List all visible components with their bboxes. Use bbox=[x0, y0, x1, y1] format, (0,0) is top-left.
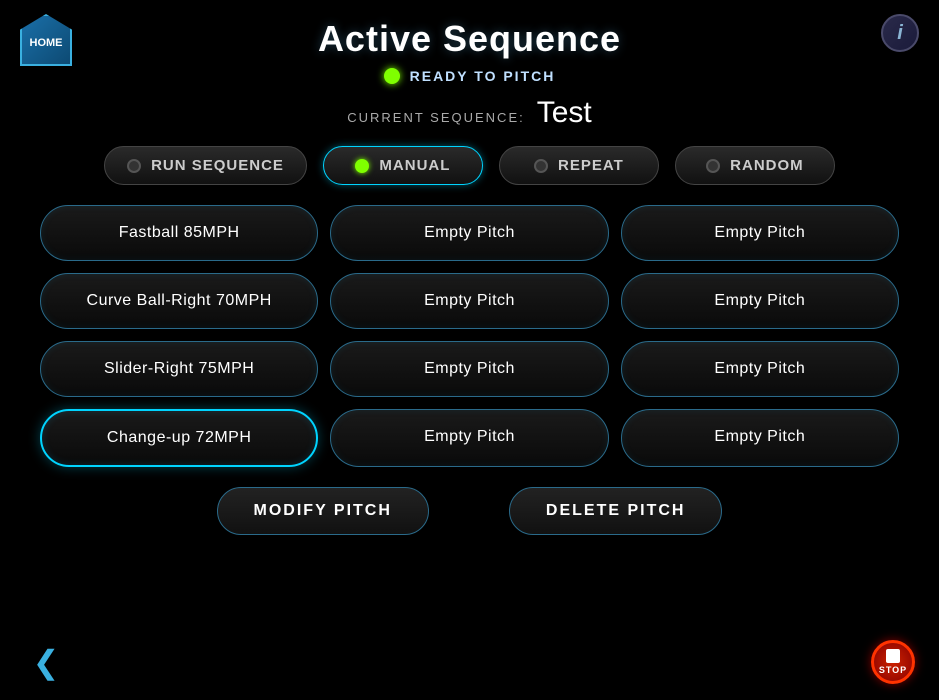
page-title: Active Sequence bbox=[318, 18, 621, 60]
status-dot bbox=[384, 68, 400, 84]
modify-pitch-button[interactable]: MODIFY PITCH bbox=[217, 487, 429, 535]
pitch-button-p10[interactable]: Change-up 72MPH bbox=[40, 409, 318, 467]
back-icon: ❮ bbox=[33, 643, 60, 681]
mode-label-run-sequence: RUN SEQUENCE bbox=[151, 157, 284, 174]
mode-indicator-manual bbox=[355, 159, 369, 173]
current-sequence-row: CURRENT SEQUENCE: Test bbox=[0, 96, 939, 130]
pitch-button-p4[interactable]: Curve Ball-Right 70MPH bbox=[40, 273, 318, 329]
home-label: HOME bbox=[30, 37, 63, 49]
status-text: READY TO PITCH bbox=[410, 68, 556, 84]
stop-label: STOP bbox=[879, 665, 907, 675]
mode-row: RUN SEQUENCE MANUAL REPEAT RANDOM bbox=[0, 146, 939, 185]
mode-button-manual[interactable]: MANUAL bbox=[323, 146, 483, 185]
info-label: i bbox=[897, 22, 903, 45]
status-bar: READY TO PITCH bbox=[0, 68, 939, 84]
back-button[interactable]: ❮ bbox=[24, 640, 68, 684]
mode-button-random[interactable]: RANDOM bbox=[675, 146, 835, 185]
info-button[interactable]: i bbox=[881, 14, 919, 52]
stop-icon bbox=[886, 649, 900, 663]
pitch-button-p8[interactable]: Empty Pitch bbox=[330, 341, 608, 397]
stop-button[interactable]: STOP bbox=[871, 640, 915, 684]
mode-indicator-random bbox=[706, 159, 720, 173]
home-button[interactable]: HOME bbox=[20, 14, 72, 66]
pitch-button-p6[interactable]: Empty Pitch bbox=[621, 273, 899, 329]
pitch-button-p7[interactable]: Slider-Right 75MPH bbox=[40, 341, 318, 397]
pitch-grid: Fastball 85MPHEmpty PitchEmpty PitchCurv… bbox=[0, 189, 939, 467]
mode-label-repeat: REPEAT bbox=[558, 157, 624, 174]
pitch-button-p5[interactable]: Empty Pitch bbox=[330, 273, 608, 329]
pitch-button-p11[interactable]: Empty Pitch bbox=[330, 409, 608, 467]
footer: ❮ STOP bbox=[0, 640, 939, 684]
pitch-button-p3[interactable]: Empty Pitch bbox=[621, 205, 899, 261]
current-sequence-label: CURRENT SEQUENCE: bbox=[347, 110, 525, 125]
pitch-button-p2[interactable]: Empty Pitch bbox=[330, 205, 608, 261]
current-sequence-value: Test bbox=[537, 96, 592, 130]
mode-indicator-run-sequence bbox=[127, 159, 141, 173]
mode-button-run-sequence[interactable]: RUN SEQUENCE bbox=[104, 146, 307, 185]
mode-indicator-repeat bbox=[534, 159, 548, 173]
delete-pitch-button[interactable]: DELETE PITCH bbox=[509, 487, 723, 535]
pitch-button-p1[interactable]: Fastball 85MPH bbox=[40, 205, 318, 261]
pitch-button-p12[interactable]: Empty Pitch bbox=[621, 409, 899, 467]
action-row: MODIFY PITCH DELETE PITCH bbox=[0, 487, 939, 535]
mode-label-manual: MANUAL bbox=[379, 157, 450, 174]
pitch-button-p9[interactable]: Empty Pitch bbox=[621, 341, 899, 397]
header: HOME Active Sequence i bbox=[0, 0, 939, 60]
mode-button-repeat[interactable]: REPEAT bbox=[499, 146, 659, 185]
mode-label-random: RANDOM bbox=[730, 157, 804, 174]
